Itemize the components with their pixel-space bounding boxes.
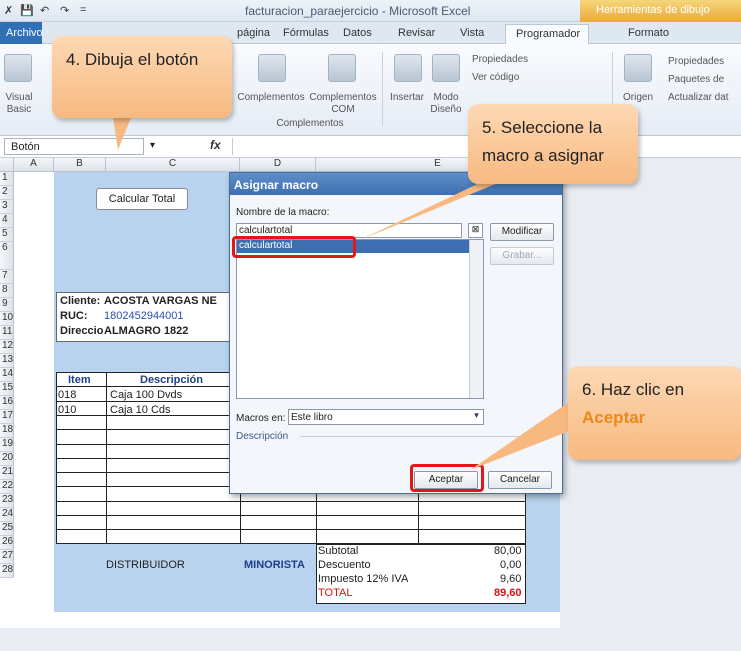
callout-step6-highlight: Aceptar: [582, 408, 646, 427]
callout-arrow-step6: [470, 400, 572, 470]
callout-step6-text: 6. Haz clic en: [582, 380, 685, 399]
callout-arrow-step5: [360, 178, 510, 240]
callout-step5: 5. Seleccione la macro a asignar: [468, 104, 638, 184]
status-area: [0, 628, 741, 651]
callout-step4: 4. Dibuja el botón: [52, 36, 232, 118]
callout-step6: 6. Haz clic en Aceptar: [568, 366, 741, 460]
